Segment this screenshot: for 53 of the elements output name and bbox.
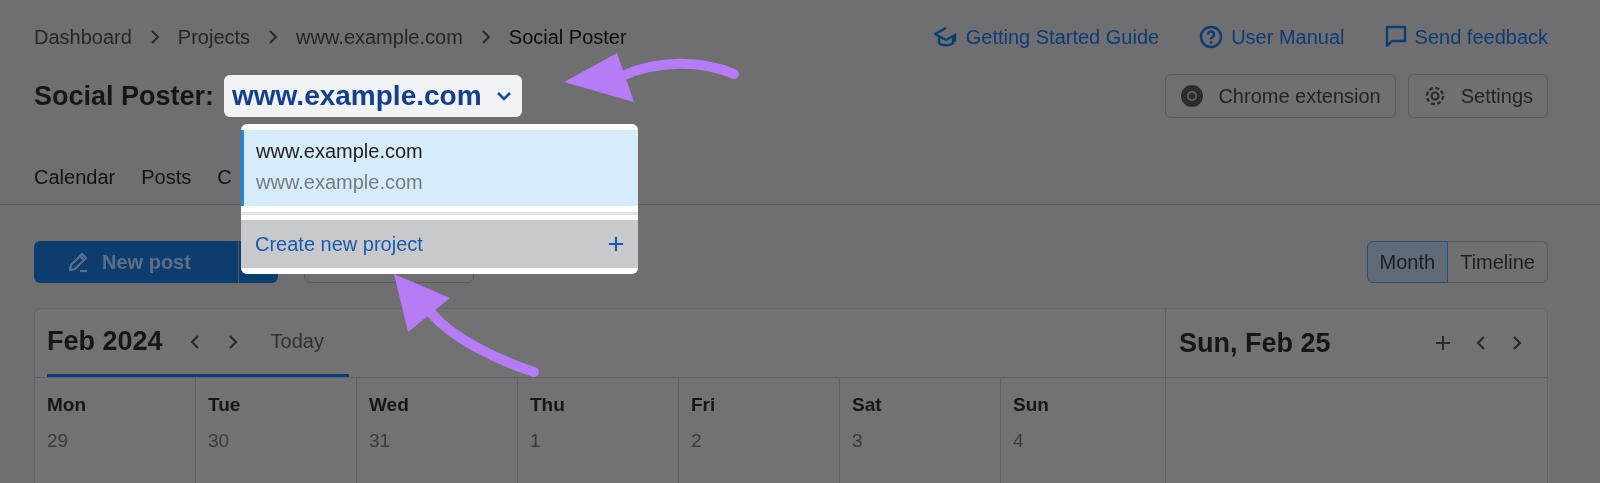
chat-bubble-icon: [1384, 25, 1407, 49]
plus-icon: [608, 236, 624, 252]
weekday-header: Sat: [852, 394, 883, 416]
project-option[interactable]: www.example.com www.example.com: [241, 130, 638, 206]
chevron-right-icon: [480, 29, 491, 45]
plus-icon[interactable]: [1435, 335, 1451, 351]
extension-button[interactable]: Chrome extension: [1165, 74, 1396, 118]
help-link[interactable]: Getting Started Guide: [965, 25, 1160, 49]
weekday-header: Tue: [208, 394, 242, 416]
month-title: Feb 2024: [47, 326, 163, 357]
day-number: 2: [691, 430, 703, 452]
weekday-header: Fri: [691, 394, 717, 416]
day-number: 3: [852, 430, 864, 452]
day-number: 31: [369, 430, 392, 452]
browser-logo-icon: [1180, 84, 1205, 108]
new-post-button[interactable]: New post: [34, 241, 238, 283]
day-number: 29: [47, 430, 70, 452]
chevron-down-icon: [495, 90, 512, 102]
day-number: 1: [530, 430, 542, 452]
weekday-header: Thu: [530, 394, 566, 416]
view-toggle-button[interactable]: Timeline: [1448, 241, 1548, 283]
help-link[interactable]: Send feedback: [1414, 25, 1548, 49]
chevron-right-icon: [149, 29, 160, 45]
settings-button[interactable]: Settings: [1407, 74, 1548, 118]
tab[interactable]: C: [217, 166, 232, 204]
create-project-label: Create new project: [255, 232, 423, 256]
day-number: 4: [1013, 430, 1025, 452]
breadcrumb-link[interactable]: www.example.com: [296, 25, 463, 49]
help-link[interactable]: User Manual: [1231, 25, 1345, 49]
chevron-right-icon[interactable]: [226, 332, 239, 351]
weekday-header: Sun: [1013, 394, 1050, 416]
breadcrumb-link[interactable]: Dashboard: [34, 25, 132, 49]
create-project-option[interactable]: Create new project: [241, 220, 638, 268]
chevron-left-icon[interactable]: [1475, 334, 1487, 352]
weekday-header: Mon: [47, 394, 88, 416]
tab[interactable]: Calendar: [34, 166, 116, 204]
selected-date-title: Sun, Feb 25: [1179, 327, 1331, 359]
chevron-right-icon[interactable]: [1511, 334, 1523, 352]
project-domain: www.example.com: [256, 171, 424, 194]
today-button[interactable]: Today: [270, 330, 324, 353]
project-name: www.example.com: [256, 140, 424, 163]
chevron-right-icon: [268, 29, 279, 45]
graduation-cap-icon: [933, 26, 958, 48]
weekday-header: Wed: [369, 394, 410, 416]
pencil-icon: [66, 250, 90, 274]
page-title: Social Poster:: [34, 80, 215, 112]
view-toggle-button[interactable]: Month: [1366, 241, 1449, 283]
chevron-left-icon[interactable]: [188, 332, 201, 351]
tab[interactable]: Posts: [141, 166, 192, 204]
breadcrumb-link[interactable]: Projects: [177, 25, 251, 49]
help-icon: [1199, 25, 1224, 49]
project-selector[interactable]: www.example.com: [224, 75, 522, 117]
day-number: 30: [208, 430, 231, 452]
